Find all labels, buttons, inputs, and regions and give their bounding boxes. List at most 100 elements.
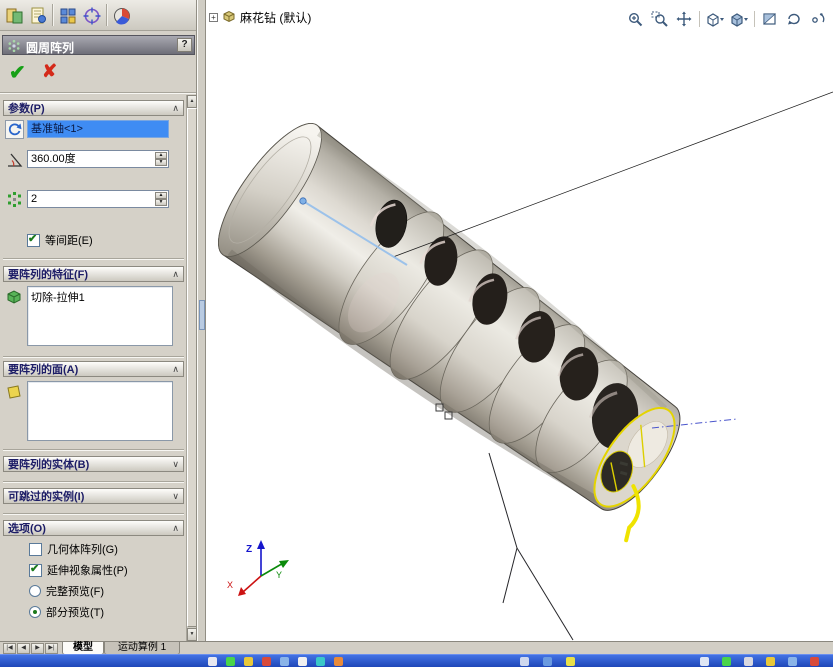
taskbar-icon[interactable] — [226, 657, 235, 666]
graphics-area[interactable]: + 麻花钻 (默认) Z Y X — [207, 0, 833, 641]
instance-count-field[interactable]: 2 ▲ ▼ — [27, 190, 169, 208]
view-settings-button[interactable] — [807, 9, 829, 29]
dimxpertmanager-tab[interactable] — [80, 4, 103, 27]
angle-field[interactable]: 360.00度 ▲ ▼ — [27, 150, 169, 168]
features-to-pattern-icon — [5, 288, 23, 309]
resources-tab[interactable] — [110, 4, 133, 27]
faces-to-pattern-icon — [5, 383, 23, 404]
axis-selection-field[interactable]: 基准轴<1> — [27, 120, 169, 138]
section-view-button[interactable] — [759, 9, 781, 29]
pan-icon — [675, 11, 693, 27]
ok-button[interactable]: ✔ — [9, 60, 26, 85]
crosshair-icon — [82, 6, 102, 26]
divider — [3, 258, 184, 260]
section-label: 要阵列的实体(B) — [8, 456, 89, 472]
taskbar-icon[interactable] — [566, 657, 575, 666]
rotate-view-button[interactable] — [783, 9, 805, 29]
taskbar-icon[interactable] — [334, 657, 343, 666]
propagate-visual-checkbox[interactable]: ✔ 延伸视象属性(P) — [29, 562, 128, 578]
property-page-icon — [28, 6, 48, 26]
reverse-direction-button[interactable] — [5, 120, 24, 142]
geometry-pattern-label: 几何体阵列(G) — [47, 541, 118, 557]
divider — [3, 513, 184, 515]
taskbar-tray-icon[interactable] — [766, 657, 775, 666]
features-list[interactable]: 切除-拉伸1 — [27, 286, 173, 346]
twist-drill-model[interactable] — [207, 110, 717, 545]
propagate-visual-label: 延伸视象属性(P) — [47, 562, 128, 578]
tree-expander[interactable]: + — [209, 13, 218, 22]
taskbar-icon[interactable] — [316, 657, 325, 666]
manager-tab-bar — [0, 0, 196, 31]
toolbar-separator — [52, 4, 53, 26]
property-manager-panel: 圆周阵列 ? ✔ ✘ 参数(P) ∧ 基准轴<1> 360.00度 ▲ ▼ 2 … — [0, 0, 197, 641]
chevron-down-icon: ∨ — [172, 460, 179, 469]
display-style-button[interactable] — [728, 9, 750, 29]
section-label: 要阵列的特征(F) — [8, 266, 88, 282]
propertymanager-tab[interactable] — [26, 4, 49, 27]
section-label: 参数(P) — [8, 100, 45, 116]
taskbar-tray-icon[interactable] — [722, 657, 731, 666]
tab-last-button[interactable]: ▶| — [45, 643, 58, 654]
taskbar-tray-icon[interactable] — [810, 657, 819, 666]
spin-down-button[interactable]: ▼ — [155, 199, 167, 206]
tab-next-button[interactable]: ▶ — [31, 643, 44, 654]
faces-list[interactable] — [27, 381, 173, 441]
taskbar-icon[interactable] — [244, 657, 253, 666]
orientation-triad: Z Y X — [221, 536, 291, 605]
chevron-up-icon: ∧ — [172, 104, 179, 113]
section-bodies-header[interactable]: 要阵列的实体(B) ∨ — [3, 456, 184, 472]
taskbar-icon[interactable] — [208, 657, 217, 666]
part-icon — [222, 9, 236, 26]
equal-spacing-checkbox[interactable]: ✔ 等间距(E) — [27, 232, 93, 248]
solidworks-window: { "glyphs": { "ok": "✔", "cancel": "✘", … — [0, 0, 833, 667]
section-skip-instances-header[interactable]: 可跳过的实例(I) ∨ — [3, 488, 184, 504]
taskbar-icon[interactable] — [298, 657, 307, 666]
spin-up-button[interactable]: ▲ — [155, 192, 167, 199]
scrollbar-thumb[interactable] — [187, 108, 197, 627]
selected-vertex-marker[interactable] — [300, 198, 306, 204]
section-label: 要阵列的面(A) — [8, 361, 78, 377]
rotate-view-icon — [785, 11, 803, 27]
scroll-up-button[interactable]: ▲ — [187, 95, 197, 108]
display-style-cube-icon — [729, 11, 749, 27]
taskbar-icon[interactable] — [520, 657, 529, 666]
cancel-button[interactable]: ✘ — [42, 61, 57, 82]
os-taskbar — [0, 654, 833, 667]
panel-splitter[interactable] — [197, 0, 206, 641]
zoom-area-button[interactable] — [649, 9, 671, 29]
standard-views-button[interactable] — [704, 9, 726, 29]
check-icon: ✔ — [30, 562, 39, 575]
section-features-header[interactable]: 要阵列的特征(F) ∧ — [3, 266, 184, 282]
taskbar-icon[interactable] — [280, 657, 289, 666]
full-preview-radio[interactable]: 完整预览(F) — [29, 583, 104, 599]
feature-tree-flyout: + 麻花钻 (默认) — [209, 9, 311, 26]
section-options-header[interactable]: 选项(O) ∧ — [3, 520, 184, 536]
tab-prev-button[interactable]: ◀ — [17, 643, 30, 654]
taskbar-tray-icon[interactable] — [744, 657, 753, 666]
zoom-in-out-button[interactable] — [625, 9, 647, 29]
configurationmanager-tab[interactable] — [56, 4, 79, 27]
taskbar-icon[interactable] — [262, 657, 271, 666]
geometry-pattern-checkbox[interactable]: 几何体阵列(G) — [29, 541, 118, 557]
axis-value: 基准轴<1> — [31, 123, 83, 135]
spin-up-button[interactable]: ▲ — [155, 152, 167, 159]
featuremanager-tab[interactable] — [3, 4, 26, 27]
partial-preview-radio[interactable]: 部分预览(T) — [29, 604, 104, 620]
pan-button[interactable] — [673, 9, 695, 29]
spin-down-button[interactable]: ▼ — [155, 159, 167, 166]
taskbar-icon[interactable] — [543, 657, 552, 666]
section-faces-header[interactable]: 要阵列的面(A) ∧ — [3, 361, 184, 377]
panel-scrollbar[interactable]: ▲ ▼ — [186, 95, 196, 641]
splitter-handle[interactable] — [199, 300, 205, 330]
help-button[interactable]: ? — [177, 38, 192, 52]
tab-first-button[interactable]: |◀ — [3, 643, 16, 654]
feature-list-item[interactable]: 切除-拉伸1 — [31, 292, 85, 304]
taskbar-tray-icon[interactable] — [788, 657, 797, 666]
angle-icon — [5, 150, 24, 172]
featuremanager-tree-icon — [5, 6, 25, 26]
part-name-label[interactable]: 麻花钻 (默认) — [240, 9, 311, 26]
section-parameters-header[interactable]: 参数(P) ∧ — [3, 100, 184, 116]
divider — [3, 481, 184, 483]
taskbar-tray-icon[interactable] — [700, 657, 709, 666]
scroll-down-button[interactable]: ▼ — [187, 628, 197, 641]
